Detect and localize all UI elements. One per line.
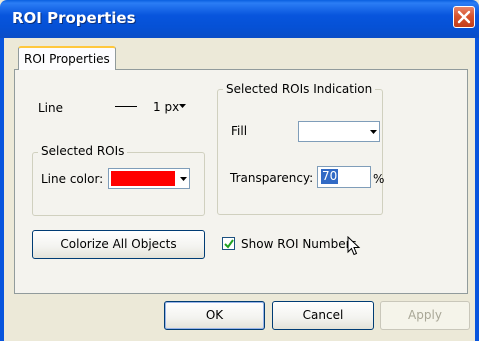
cancel-button-label: Cancel xyxy=(302,308,344,322)
fill-label: Fill xyxy=(231,124,248,138)
check-icon xyxy=(224,239,234,249)
line-color-label: Line color: xyxy=(41,172,104,186)
close-button[interactable] xyxy=(453,6,475,28)
line-color-dropdown[interactable] xyxy=(108,168,190,189)
transparency-value: 70 xyxy=(321,169,339,184)
title-bar: ROI Properties xyxy=(0,0,479,38)
colorize-all-objects-button[interactable]: Colorize All Objects xyxy=(32,230,205,259)
window-frame-left xyxy=(0,38,4,341)
chevron-down-icon xyxy=(370,130,377,134)
selected-rois-group-title: Selected ROIs xyxy=(38,144,128,158)
chevron-down-icon xyxy=(180,177,187,181)
mouse-pointer-icon xyxy=(347,236,361,256)
window-title: ROI Properties xyxy=(12,9,136,27)
line-sample xyxy=(115,106,137,107)
cancel-button[interactable]: Cancel xyxy=(272,301,374,330)
roi-properties-dialog: ROI Properties ROI Properties Line 1 px … xyxy=(0,0,479,341)
fill-color-dropdown[interactable] xyxy=(298,121,380,142)
line-width-dropdown[interactable]: 1 px xyxy=(107,97,191,117)
tab-label: ROI Properties xyxy=(24,52,110,66)
colorize-button-label: Colorize All Objects xyxy=(60,237,177,251)
apply-button-label: Apply xyxy=(408,308,442,322)
transparency-unit: % xyxy=(373,172,385,186)
line-label: Line xyxy=(38,101,64,115)
transparency-label: Transparency: xyxy=(230,171,314,185)
close-icon xyxy=(457,10,471,24)
transparency-input[interactable]: 70 xyxy=(317,166,371,188)
window-frame-right xyxy=(475,38,479,341)
ok-button-label: OK xyxy=(205,308,224,322)
ok-button[interactable]: OK xyxy=(164,301,265,330)
chevron-down-icon xyxy=(179,104,186,108)
indication-group-title: Selected ROIs Indication xyxy=(223,82,376,96)
line-width-value: 1 px xyxy=(153,100,180,114)
tab-roi-properties[interactable]: ROI Properties xyxy=(18,46,116,70)
show-roi-numbers-label[interactable]: Show ROI Numbers xyxy=(241,237,357,251)
show-roi-numbers-checkbox[interactable] xyxy=(222,237,235,250)
fill-color-swatch xyxy=(301,124,365,139)
indication-group xyxy=(217,89,383,215)
line-color-swatch xyxy=(111,171,175,186)
apply-button[interactable]: Apply xyxy=(380,301,470,330)
